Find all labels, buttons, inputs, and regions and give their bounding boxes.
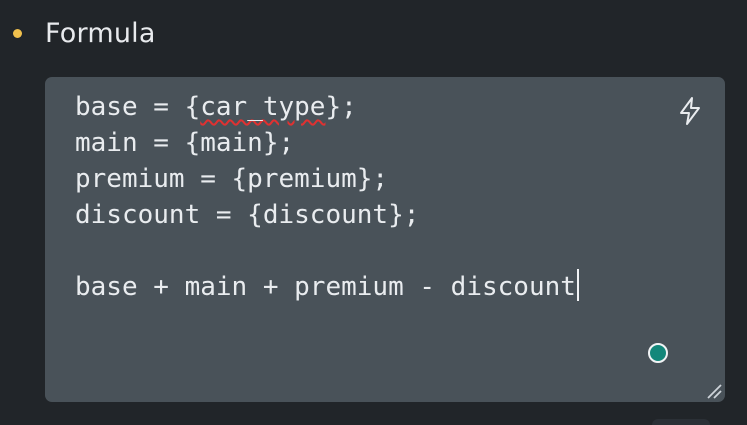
code-line-1-suffix: }; (325, 92, 357, 122)
code-line-3: premium = {premium}; (75, 164, 389, 194)
resize-handle-svg (707, 384, 722, 399)
code-line-6-text: base + main + premium - discount (75, 272, 576, 302)
text-caret (576, 269, 579, 301)
lightning-bolt-icon-svg (680, 97, 700, 125)
status-indicator-dot (648, 343, 668, 363)
formula-editor[interactable]: base = {car_type}; main = {main}; premium … (45, 77, 725, 402)
code-line-1: base = {car_type}; (75, 89, 579, 125)
formula-field-header: Formula (13, 14, 156, 52)
resize-handle-icon[interactable] (705, 382, 723, 400)
code-line-1-prefix: base = { (75, 92, 201, 122)
code-line-6: base + main + premium - discount (75, 269, 579, 305)
partial-offscreen-element (652, 419, 710, 425)
code-line-4: discount = {discount}; (75, 200, 420, 230)
field-label: Formula (45, 17, 156, 49)
required-indicator-dot (13, 28, 22, 38)
code-line-2: main = {main}; (75, 128, 295, 158)
spellcheck-error-word: car_type (200, 92, 326, 122)
lightning-bolt-icon[interactable] (675, 95, 705, 127)
code-content[interactable]: base = {car_type}; main = {main}; premium … (75, 89, 579, 305)
